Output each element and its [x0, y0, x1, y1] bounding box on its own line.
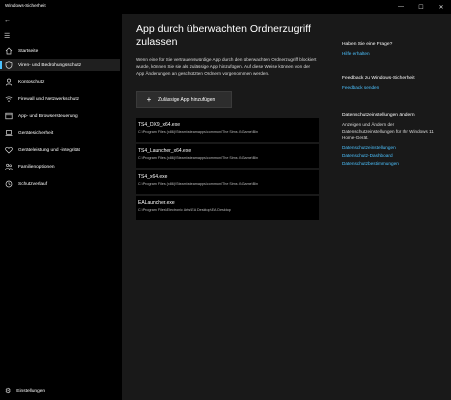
sidebar-item-label: Kontoschutz: [18, 79, 45, 85]
sidebar-item-account-protection[interactable]: Kontoschutz: [0, 76, 120, 88]
app-name: EALauncher.exe: [138, 200, 175, 206]
help-heading: Haben Sie eine Frage?: [342, 42, 393, 47]
window-controls: — ☐ ✕: [391, 0, 451, 14]
sidebar-item-family-options[interactable]: Familienoptionen: [0, 161, 120, 173]
sidebar-item-label: App- und Browsersteuerung: [18, 113, 78, 119]
sidebar-item-app-browser-control[interactable]: App- und Browsersteuerung: [0, 110, 120, 122]
laptop-icon: [5, 129, 13, 137]
get-help-link[interactable]: Hilfe erhalten: [342, 51, 447, 56]
list-item[interactable]: EALauncher.exe C:\Program Files\Electron…: [136, 196, 319, 220]
maximize-button[interactable]: ☐: [411, 0, 431, 14]
plus-icon: +: [146, 95, 152, 104]
home-icon: [5, 47, 13, 55]
send-feedback-link[interactable]: Feedback senden: [342, 85, 447, 90]
sidebar-item-device-performance[interactable]: Geräteleistung und -integrität: [0, 144, 120, 156]
app-path: C:\Program Files (x86)\Steam\steamapps\c…: [138, 130, 259, 134]
add-allowed-app-label: Zulässige App hinzufügen: [158, 96, 216, 103]
list-item[interactable]: TS4_x64.exe C:\Program Files (x86)\Steam…: [136, 170, 319, 194]
sidebar: ← ☰ Startseite Viren- und Bedrohungsschu…: [0, 14, 120, 400]
privacy-section: Datenschutzeinstellungen ändern Anzeigen…: [342, 113, 447, 166]
sidebar-item-label: Schutzverlauf: [18, 181, 48, 187]
app-path: C:\Program Files (x86)\Steam\steamapps\c…: [138, 182, 259, 186]
main-content: App durch überwachten Ordnerzugriff zula…: [122, 14, 451, 400]
shield-icon: [5, 61, 13, 69]
app-name: TS4_x64.exe: [138, 174, 168, 180]
privacy-description: Anzeigen und Ändern der Datenschutzeinst…: [342, 122, 434, 140]
person-icon: [5, 78, 13, 86]
sidebar-item-protection-history[interactable]: Schutzverlauf: [0, 178, 120, 190]
minimize-button[interactable]: —: [391, 0, 411, 14]
page-description: Wenn eine für Sie vertrauenswürdige App …: [136, 57, 317, 76]
sidebar-item-label: Viren- und Bedrohungsschutz: [18, 62, 82, 68]
wifi-icon: [5, 95, 13, 103]
sidebar-item-label: Startseite: [18, 48, 39, 54]
sidebar-item-label: Gerätesicherheit: [18, 130, 54, 136]
app-path: C:\Program Files\Electronic Arts\EA Desk…: [138, 208, 231, 212]
privacy-heading: Datenschutzeinstellungen ändern: [342, 113, 415, 118]
list-item[interactable]: TS4_Launcher_x64.exe C:\Program Files (x…: [136, 144, 319, 168]
sidebar-item-virus-protection[interactable]: Viren- und Bedrohungsschutz: [0, 59, 120, 71]
privacy-dashboard-link[interactable]: Datenschutz-Dashboard: [342, 153, 447, 158]
heart-icon: [5, 146, 13, 154]
feedback-section: Feedback zu Windows-Sicherheit Feedback …: [342, 76, 447, 90]
app-window-icon: [5, 112, 13, 120]
privacy-statement-link[interactable]: Datenschutzbestimmungen: [342, 161, 447, 166]
sidebar-item-firewall[interactable]: Firewall und Netzwerkschutz: [0, 93, 120, 105]
hamburger-menu-icon[interactable]: ☰: [4, 32, 10, 40]
page-title: App durch überwachten Ordnerzugriff zula…: [136, 23, 311, 48]
history-icon: [5, 180, 13, 188]
app-path: C:\Program Files (x86)\Steam\steamapps\c…: [138, 156, 259, 160]
list-item[interactable]: TS4_DX9_x64.exe C:\Program Files (x86)\S…: [136, 118, 319, 142]
sidebar-item-device-security[interactable]: Gerätesicherheit: [0, 127, 120, 139]
app-name: TS4_Launcher_x64.exe: [138, 148, 192, 154]
gear-icon: ⚙: [5, 388, 12, 395]
add-allowed-app-button[interactable]: + Zulässige App hinzufügen: [136, 91, 232, 108]
close-button[interactable]: ✕: [431, 0, 451, 14]
sidebar-item-label: Firewall und Netzwerkschutz: [18, 96, 80, 102]
settings-button[interactable]: ⚙ Einstellungen: [0, 384, 120, 398]
sidebar-item-label: Geräteleistung und -integrität: [18, 147, 80, 153]
settings-label: Einstellungen: [16, 388, 46, 394]
app-name: TS4_DX9_x64.exe: [138, 122, 180, 128]
sidebar-item-label: Familienoptionen: [18, 164, 55, 170]
title-bar: Windows-Sicherheit — ☐ ✕: [0, 0, 451, 14]
back-arrow-icon[interactable]: ←: [4, 17, 11, 24]
window-title: Windows-Sicherheit: [5, 3, 46, 8]
help-section: Haben Sie eine Frage? Hilfe erhalten: [342, 42, 447, 56]
privacy-settings-link[interactable]: Datenschutzeinstellungen: [342, 145, 447, 150]
sidebar-item-home[interactable]: Startseite: [0, 45, 120, 57]
feedback-heading: Feedback zu Windows-Sicherheit: [342, 76, 415, 81]
family-icon: [5, 163, 13, 171]
